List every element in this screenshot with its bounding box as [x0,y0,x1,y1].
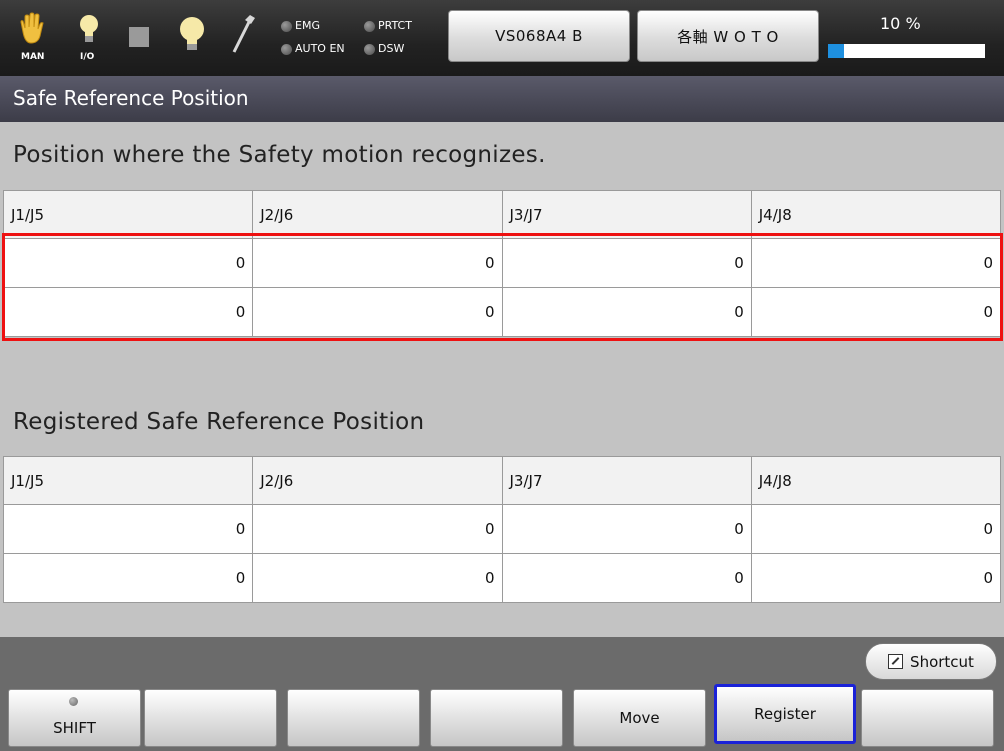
table-row: 0 0 0 0 [2,504,1002,554]
joint-value-cell: 0 [501,504,752,554]
external-link-icon [888,654,904,669]
joint-value-cell[interactable]: 0 [2,238,254,288]
wrench-icon[interactable] [230,14,256,54]
current-position-table: J1/J5 J2/J6 J3/J7 J4/J8 0 0 0 0 0 0 0 0 [2,190,1002,337]
joint-value-cell: 0 [2,504,254,554]
table-row: 0 0 0 0 [2,553,1002,603]
column-header: J2/J6 [252,456,503,505]
dsw-led-icon [364,44,375,55]
joint-value-cell[interactable]: 0 [252,287,503,337]
mode-label: MAN [21,52,45,62]
joint-value-cell: 0 [750,553,1002,603]
hand-icon[interactable] [18,12,44,46]
joint-value-cell[interactable]: 0 [501,238,752,288]
jog-mode-button[interactable]: 各軸 W O T O [637,10,819,62]
joint-value-cell[interactable]: 0 [2,287,254,337]
auto-en-indicator-label: AUTO EN [295,42,345,55]
speed-bar[interactable] [828,44,985,58]
auto-en-led-icon [281,44,292,55]
joint-value-cell[interactable]: 0 [750,287,1002,337]
function-key-3[interactable] [287,689,420,747]
lightbulb-icon[interactable] [178,16,206,52]
io-lightbulb-icon[interactable] [78,14,100,46]
shift-led-icon [69,697,78,706]
column-header: J3/J7 [501,190,752,239]
registered-position-table: J1/J5 J2/J6 J3/J7 J4/J8 0 0 0 0 0 0 0 0 [2,456,1002,603]
shortcut-label: Shortcut [910,652,974,671]
joint-value-cell: 0 [252,553,503,603]
move-button[interactable]: Move [573,689,706,747]
page-title: Safe Reference Position [0,76,1004,122]
joint-value-cell: 0 [252,504,503,554]
table-row: 0 0 0 0 [2,287,1002,337]
function-key-7[interactable] [861,689,994,747]
emg-led-icon [281,21,292,32]
section-heading-current: Position where the Safety motion recogni… [13,142,546,168]
shortcut-button[interactable]: Shortcut [865,643,997,680]
function-key-4[interactable] [430,689,563,747]
speed-bar-fill [828,44,844,58]
table-header-row: J1/J5 J2/J6 J3/J7 J4/J8 [2,190,1002,239]
table-header-row: J1/J5 J2/J6 J3/J7 J4/J8 [2,456,1002,505]
column-header: J1/J5 [2,190,254,239]
joint-value-cell: 0 [750,504,1002,554]
joint-value-cell: 0 [2,553,254,603]
emg-indicator-label: EMG [295,19,320,32]
prtct-led-icon [364,21,375,32]
column-header: J1/J5 [2,456,254,505]
table-row: 0 0 0 0 [2,238,1002,288]
joint-value-cell[interactable]: 0 [252,238,503,288]
prtct-indicator-label: PRTCT [378,19,412,32]
column-header: J4/J8 [750,190,1002,239]
shift-key[interactable]: SHIFT [8,689,141,747]
io-label: I/O [80,52,95,62]
speed-value: 10 % [880,14,921,33]
column-header: J2/J6 [252,190,503,239]
status-bar: MAN I/O EMG PRTCT AUTO EN DSW VS068A4 B … [0,0,1004,76]
section-heading-registered: Registered Safe Reference Position [13,409,425,435]
joint-value-cell: 0 [501,553,752,603]
function-key-2[interactable] [144,689,277,747]
stop-square-icon[interactable] [129,27,149,47]
joint-value-cell[interactable]: 0 [750,238,1002,288]
joint-value-cell[interactable]: 0 [501,287,752,337]
column-header: J3/J7 [501,456,752,505]
dsw-indicator-label: DSW [378,42,405,55]
robot-model-button[interactable]: VS068A4 B [448,10,630,62]
shift-key-label: SHIFT [53,719,96,737]
register-button[interactable]: Register [714,684,856,744]
column-header: J4/J8 [750,456,1002,505]
